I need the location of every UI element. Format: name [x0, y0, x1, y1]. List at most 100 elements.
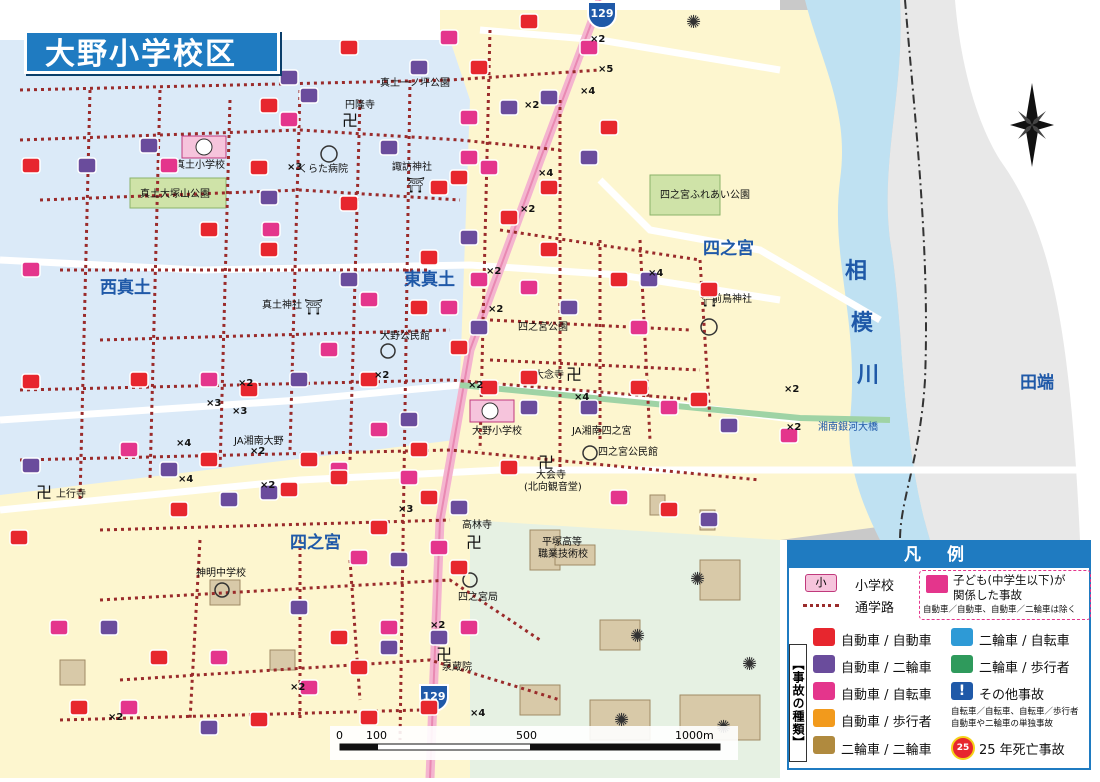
accident-marker[interactable] [21, 457, 41, 474]
accident-marker[interactable] [719, 417, 739, 434]
accident-marker[interactable] [499, 99, 519, 116]
accident-marker[interactable] [359, 291, 379, 308]
accident-marker[interactable] [199, 371, 219, 388]
accident-marker[interactable] [129, 371, 149, 388]
accident-marker[interactable] [519, 399, 539, 416]
accident-marker[interactable] [21, 373, 41, 390]
accident-marker[interactable] [139, 137, 159, 154]
accident-marker[interactable] [339, 195, 359, 212]
accident-marker[interactable] [319, 341, 339, 358]
accident-marker[interactable] [329, 469, 349, 486]
accident-marker[interactable] [479, 159, 499, 176]
accident-marker[interactable] [21, 261, 41, 278]
accident-marker[interactable] [609, 271, 629, 288]
accident-marker[interactable] [629, 319, 649, 336]
route-legend-icon [803, 604, 839, 607]
accident-marker[interactable] [261, 221, 281, 238]
accident-marker[interactable] [429, 539, 449, 556]
accident-marker[interactable] [199, 719, 219, 736]
accident-marker[interactable] [629, 379, 649, 396]
accident-marker[interactable] [349, 549, 369, 566]
accident-marker[interactable] [299, 87, 319, 104]
accident-marker[interactable] [439, 299, 459, 316]
accident-marker[interactable] [299, 451, 319, 468]
accident-marker[interactable] [419, 489, 439, 506]
accident-marker[interactable] [159, 157, 179, 174]
accident-marker[interactable] [259, 97, 279, 114]
accident-marker[interactable] [379, 139, 399, 156]
accident-marker[interactable] [369, 421, 389, 438]
accident-marker[interactable] [459, 149, 479, 166]
accident-marker[interactable] [21, 157, 41, 174]
accident-marker[interactable] [379, 619, 399, 636]
accident-marker[interactable] [289, 371, 309, 388]
accident-marker[interactable] [449, 499, 469, 516]
accident-marker[interactable] [279, 111, 299, 128]
accident-marker[interactable] [699, 511, 719, 528]
accident-marker[interactable] [249, 159, 269, 176]
accident-marker[interactable] [69, 699, 89, 716]
accident-marker[interactable] [519, 279, 539, 296]
accident-marker[interactable] [429, 629, 449, 646]
accident-marker[interactable] [439, 29, 459, 46]
accident-marker[interactable] [659, 501, 679, 518]
accident-marker[interactable] [249, 711, 269, 728]
accident-marker[interactable] [219, 491, 239, 508]
accident-marker[interactable] [329, 629, 349, 646]
accident-marker[interactable] [119, 441, 139, 458]
accident-marker[interactable] [559, 299, 579, 316]
accident-marker[interactable] [539, 89, 559, 106]
accident-marker[interactable] [9, 529, 29, 546]
accident-marker[interactable] [199, 451, 219, 468]
accident-marker[interactable] [519, 369, 539, 386]
accident-marker[interactable] [349, 659, 369, 676]
accident-marker[interactable] [359, 709, 379, 726]
accident-marker[interactable] [459, 109, 479, 126]
accident-marker[interactable] [289, 599, 309, 616]
accident-marker[interactable] [259, 189, 279, 206]
accident-marker[interactable] [539, 179, 559, 196]
accident-marker[interactable] [279, 69, 299, 86]
ono-kominkan-label: 大野公民館 [380, 329, 430, 342]
accident-marker[interactable] [389, 551, 409, 568]
accident-marker[interactable] [369, 519, 389, 536]
accident-marker[interactable] [419, 249, 439, 266]
accident-marker[interactable] [399, 469, 419, 486]
accident-marker[interactable] [409, 299, 429, 316]
accident-marker[interactable] [699, 281, 719, 298]
accident-marker[interactable] [379, 639, 399, 656]
accident-marker[interactable] [659, 399, 679, 416]
accident-marker[interactable] [399, 411, 419, 428]
accident-marker[interactable] [579, 149, 599, 166]
accident-marker[interactable] [469, 59, 489, 76]
accident-marker[interactable] [449, 169, 469, 186]
accident-marker[interactable] [449, 339, 469, 356]
accident-marker[interactable] [469, 319, 489, 336]
accident-marker[interactable] [159, 461, 179, 478]
accident-marker[interactable] [409, 59, 429, 76]
accident-marker[interactable] [459, 619, 479, 636]
accident-marker[interactable] [409, 441, 429, 458]
accident-marker[interactable] [339, 39, 359, 56]
accident-marker[interactable] [77, 157, 97, 174]
accident-marker[interactable] [599, 119, 619, 136]
accident-marker[interactable] [339, 271, 359, 288]
accident-marker[interactable] [539, 241, 559, 258]
accident-marker[interactable] [519, 13, 539, 30]
accident-marker[interactable] [429, 179, 449, 196]
accident-marker[interactable] [459, 229, 479, 246]
accident-marker[interactable] [419, 699, 439, 716]
accident-marker[interactable] [209, 649, 229, 666]
accident-marker[interactable] [49, 619, 69, 636]
accident-marker[interactable] [449, 559, 469, 576]
accident-marker[interactable] [499, 209, 519, 226]
accident-marker[interactable] [499, 459, 519, 476]
accident-marker[interactable] [99, 619, 119, 636]
accident-marker[interactable] [689, 391, 709, 408]
accident-marker[interactable] [169, 501, 189, 518]
accident-marker[interactable] [149, 649, 169, 666]
accident-marker[interactable] [259, 241, 279, 258]
accident-marker[interactable] [199, 221, 219, 238]
accident-marker[interactable] [609, 489, 629, 506]
accident-marker[interactable] [279, 481, 299, 498]
